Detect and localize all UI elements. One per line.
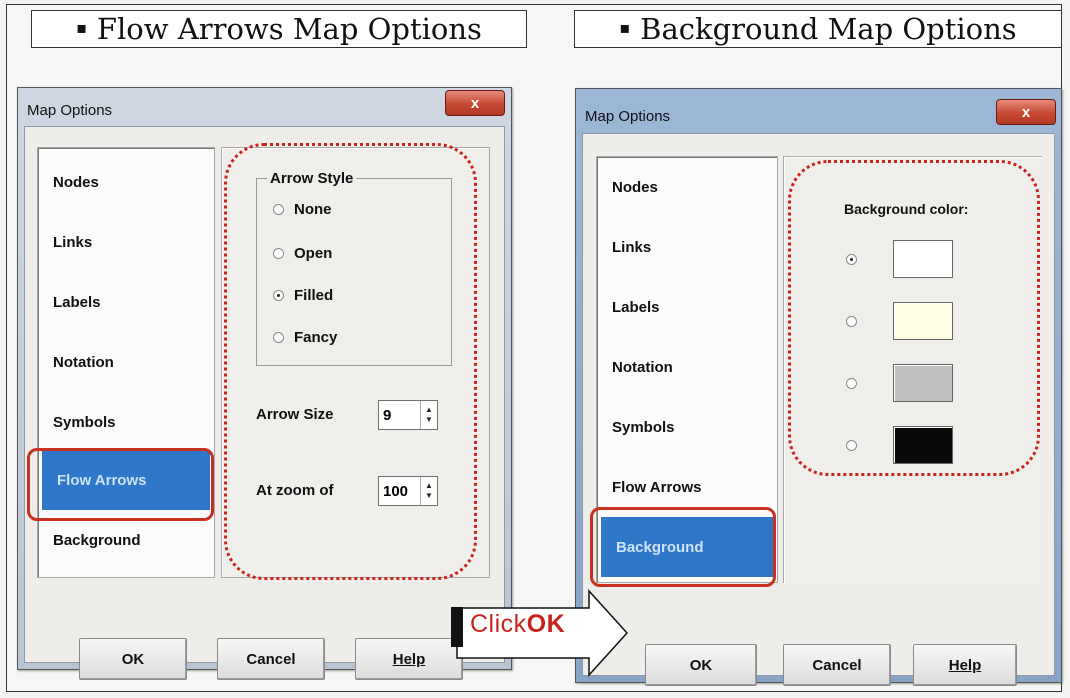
callout-bar	[451, 607, 463, 647]
highlight-flow-arrows-nav	[27, 448, 214, 521]
highlight-flow-arrows-options	[224, 143, 477, 580]
click-ok-callout: ClickOK	[470, 610, 565, 639]
help-label: Help	[392, 650, 426, 668]
nav-item-notation[interactable]: Notation	[597, 337, 777, 397]
heading-background: ▪ Background Map Options	[574, 10, 1062, 48]
nav-item-symbols[interactable]: Symbols	[38, 392, 214, 452]
heading-flow-arrows: ▪ Flow Arrows Map Options	[31, 10, 527, 48]
highlight-background-nav	[590, 507, 776, 587]
help-label: Help	[948, 656, 982, 674]
cancel-label: Cancel	[812, 656, 862, 674]
help-button[interactable]: Help	[355, 638, 463, 680]
ok-button[interactable]: OK	[645, 644, 757, 686]
heading-text: Background Map Options	[640, 12, 1017, 46]
bullet-icon: ▪	[76, 17, 87, 37]
click-text: Click	[470, 610, 527, 638]
cancel-button[interactable]: Cancel	[217, 638, 325, 680]
close-button[interactable]: x	[996, 99, 1056, 125]
bullet-icon: ▪	[619, 17, 631, 37]
ok-text: OK	[526, 610, 566, 638]
help-button[interactable]: Help	[913, 644, 1017, 686]
nav-item-links[interactable]: Links	[38, 212, 214, 272]
nav-item-nodes[interactable]: Nodes	[38, 152, 214, 212]
nav-item-labels[interactable]: Labels	[38, 272, 214, 332]
highlight-background-options	[788, 160, 1040, 476]
close-icon: x	[1021, 103, 1031, 121]
ok-label: OK	[689, 656, 713, 674]
ok-button[interactable]: OK	[79, 638, 187, 680]
ok-label: OK	[121, 650, 145, 668]
heading-text: Flow Arrows Map Options	[96, 12, 482, 46]
nav-item-labels[interactable]: Labels	[597, 277, 777, 337]
close-icon: x	[470, 94, 480, 112]
dialog-title: Map Options	[27, 102, 113, 119]
nav-item-links[interactable]: Links	[597, 217, 777, 277]
close-button[interactable]: x	[445, 90, 505, 116]
cancel-label: Cancel	[246, 650, 296, 668]
dialog-title: Map Options	[585, 108, 671, 125]
nav-item-symbols[interactable]: Symbols	[597, 397, 777, 457]
cancel-button[interactable]: Cancel	[783, 644, 891, 686]
nav-item-nodes[interactable]: Nodes	[597, 157, 777, 217]
nav-item-notation[interactable]: Notation	[38, 332, 214, 392]
